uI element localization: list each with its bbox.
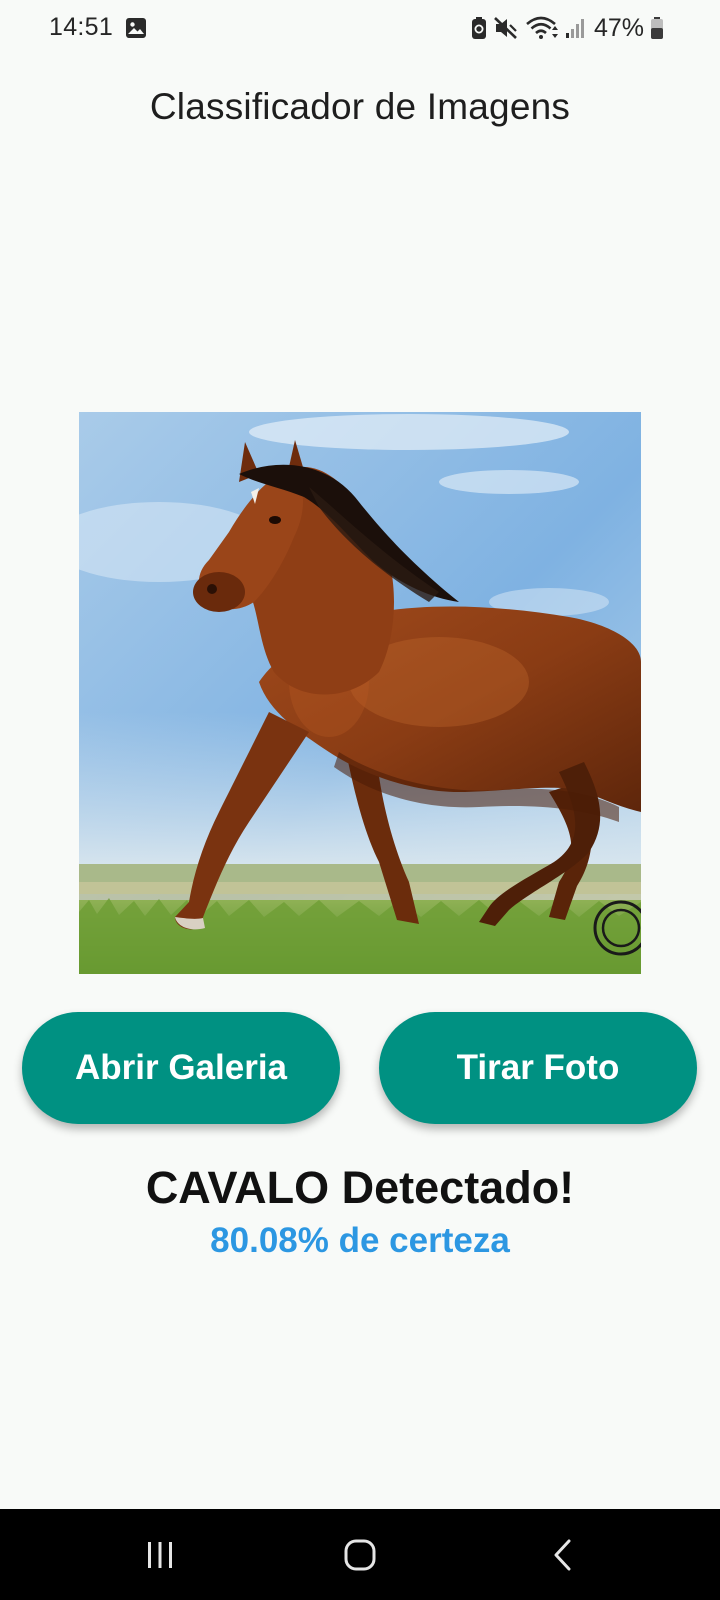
recents-button[interactable] xyxy=(100,1509,220,1600)
horse-photo xyxy=(79,412,641,974)
home-button[interactable] xyxy=(300,1509,420,1600)
battery-icon xyxy=(651,17,663,39)
navigation-bar xyxy=(0,1509,720,1600)
wifi-icon xyxy=(526,16,558,39)
confidence-text: 80.08% de certeza xyxy=(210,1221,510,1260)
take-photo-button[interactable]: Tirar Foto xyxy=(379,1012,697,1124)
gallery-icon xyxy=(126,18,146,38)
detection-result: CAVALO Detectado! xyxy=(145,1162,575,1213)
status-icons: 47% xyxy=(471,13,664,43)
open-gallery-button[interactable]: Abrir Galeria xyxy=(22,1012,340,1124)
status-bar: 14:51 47% xyxy=(0,0,720,56)
battery-saver-icon xyxy=(471,17,486,39)
status-time: 14:51 xyxy=(49,13,114,41)
take-photo-label: Tirar Foto xyxy=(456,1048,620,1087)
recents-icon xyxy=(148,1541,172,1568)
back-icon xyxy=(554,1539,571,1570)
mute-icon xyxy=(494,17,517,39)
open-gallery-label: Abrir Galeria xyxy=(74,1048,288,1087)
home-icon xyxy=(344,1539,376,1570)
image-preview xyxy=(79,412,641,974)
battery-percentage: 47% xyxy=(593,13,644,42)
signal-icon xyxy=(565,19,584,38)
app-title: Classificador de Imagens xyxy=(149,86,571,127)
back-button[interactable] xyxy=(503,1509,623,1600)
